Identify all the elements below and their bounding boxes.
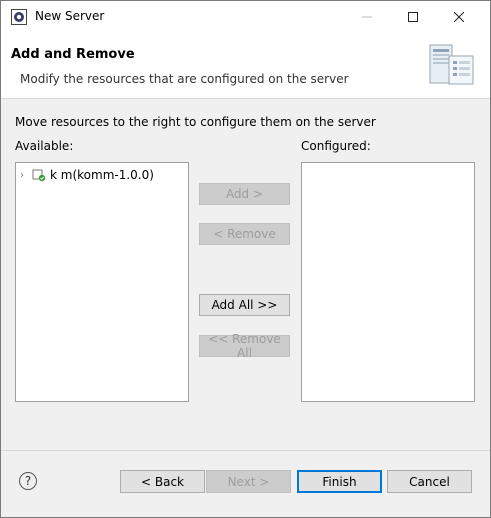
add-button[interactable]: Add > [199,183,290,205]
chevron-right-icon[interactable]: › [20,170,32,181]
maximize-button[interactable] [390,1,436,32]
help-icon[interactable]: ? [19,472,37,490]
configured-label: Configured: [301,139,371,153]
new-server-dialog: New Server Add and Remove Modify the res… [0,0,491,518]
close-button[interactable] [436,1,482,32]
instruction-text: Move resources to the right to configure… [15,115,376,129]
window-title: New Server [35,9,105,23]
minimize-icon [362,16,372,17]
add-all-button[interactable]: Add All >> [199,294,290,316]
tree-item[interactable]: › k m(komm-1.0.0) [20,167,154,183]
close-icon [454,11,464,22]
wizard-header: Add and Remove Modify the resources that… [1,32,490,99]
title-bar[interactable]: New Server [1,1,490,32]
minimize-button[interactable] [344,1,390,32]
server-wizard-icon [429,44,474,85]
remove-all-button[interactable]: << Remove All [199,332,290,360]
page-title: Add and Remove [11,47,135,62]
finish-button[interactable]: Finish [297,470,382,493]
web-project-icon [32,169,46,182]
maximize-icon [408,11,418,22]
eclipse-server-icon [11,9,27,25]
cancel-button[interactable]: Cancel [387,470,472,493]
configured-list[interactable] [301,162,475,402]
footer-divider [1,450,490,451]
next-button[interactable]: Next > [206,470,291,493]
page-description: Modify the resources that are configured… [20,72,349,86]
available-list[interactable]: › k m(komm-1.0.0) [15,162,189,402]
available-label: Available: [15,139,74,153]
tree-item-label: k m(komm-1.0.0) [50,168,154,182]
remove-button[interactable]: < Remove [199,223,290,245]
back-button[interactable]: < Back [120,470,205,493]
